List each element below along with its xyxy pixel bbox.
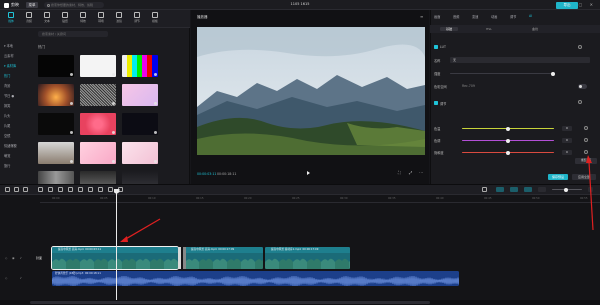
app-window: 剪映 菜单 搜索你想要的素材、特效、剪辑 1105 1615 导出 — ▢ ✕ … bbox=[0, 0, 600, 305]
annotation-arrow-timeline bbox=[123, 218, 161, 241]
annotation-arrows bbox=[120, 155, 594, 242]
annotation-arrowhead-reset bbox=[586, 155, 592, 163]
timeline-scroll-thumb[interactable] bbox=[30, 301, 430, 304]
annotation-arrowhead-timeline bbox=[120, 236, 128, 242]
annotation-arrow-reset bbox=[588, 161, 594, 231]
